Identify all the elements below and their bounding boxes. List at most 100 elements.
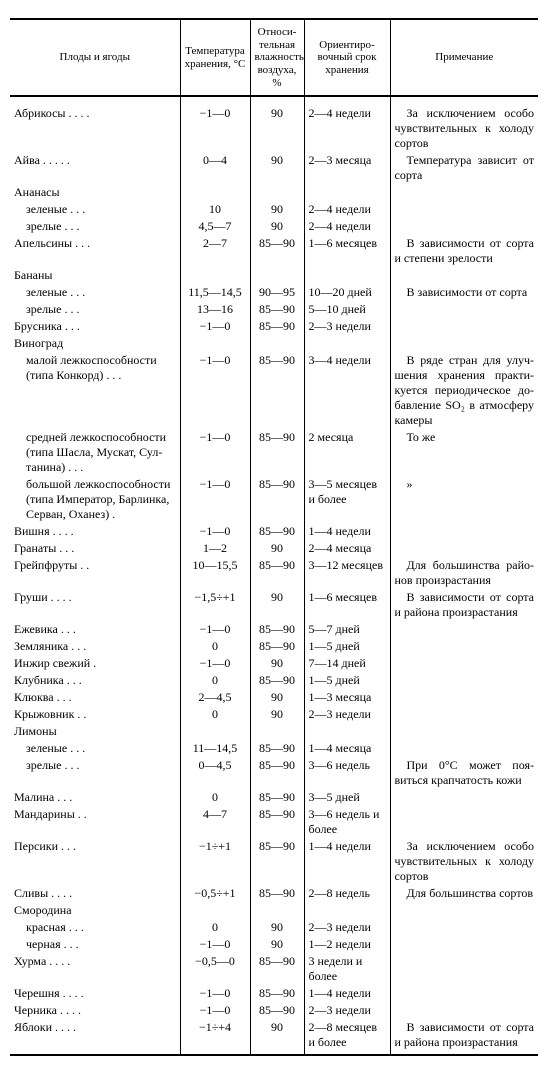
- cell-name: Черешня . . . .: [10, 985, 180, 1002]
- cell-note: В зависимости от сор­та: [390, 284, 538, 301]
- cell-term: 10—20 дней: [304, 284, 390, 301]
- cell-term: 2—3 недели: [304, 318, 390, 335]
- cell-note: В зависимости от сор­та и района произра…: [390, 1019, 538, 1055]
- cell-note: Для большинства сор­тов: [390, 885, 538, 902]
- cell-humidity: 85—90: [250, 476, 304, 523]
- cell-note: [390, 806, 538, 838]
- table-row: малой лежкоспособ­ности (типа Кон­корд) …: [10, 352, 538, 429]
- cell-note: [390, 1002, 538, 1019]
- table-row: Гранаты . . .1—2902—4 месяца: [10, 540, 538, 557]
- cell-temperature: [180, 723, 250, 740]
- cell-note: Для большинства райо­нов произрастания: [390, 557, 538, 589]
- table-row: Грейпфруты . .10—15,585—903—12 меся­цевД…: [10, 557, 538, 589]
- table-row: зрелые . . .13—1685—905—10 дней: [10, 301, 538, 318]
- table-row: Вишня . . . .−1—085—901—4 недели: [10, 523, 538, 540]
- cell-temperature: 10: [180, 201, 250, 218]
- table-row: Лимоны: [10, 723, 538, 740]
- cell-temperature: −1÷+1: [180, 838, 250, 885]
- cell-note: При 0°С может поя­виться крапчатость кож…: [390, 757, 538, 789]
- cell-term: 1—6 меся­цев: [304, 589, 390, 621]
- cell-note: [390, 318, 538, 335]
- table-row: Абрикосы . . . .−1—0902—4 неделиЗа исклю…: [10, 105, 538, 152]
- cell-note: [390, 267, 538, 284]
- cell-humidity: 90: [250, 706, 304, 723]
- cell-name: Земляника . . .: [10, 638, 180, 655]
- cell-temperature: 13—16: [180, 301, 250, 318]
- table-row: Черника . . . .−1—085—902—3 недели: [10, 1002, 538, 1019]
- cell-temperature: [180, 267, 250, 284]
- table-row: красная . . .0902—3 недели: [10, 919, 538, 936]
- cell-humidity: [250, 335, 304, 352]
- cell-term: 2 месяца: [304, 429, 390, 476]
- cell-term: 5—10 дней: [304, 301, 390, 318]
- table-row: Земляника . . .085—901—5 дней: [10, 638, 538, 655]
- cell-name: Черника . . . .: [10, 1002, 180, 1019]
- cell-humidity: 85—90: [250, 806, 304, 838]
- cell-humidity: 85—90: [250, 557, 304, 589]
- cell-term: 2—3 недели: [304, 919, 390, 936]
- cell-term: 1—5 дней: [304, 638, 390, 655]
- table-row: Крыжовник . .0902—3 недели: [10, 706, 538, 723]
- header-note: Примечание: [390, 19, 538, 96]
- table-row: Виноград: [10, 335, 538, 352]
- cell-name: зеленые . . .: [10, 740, 180, 757]
- cell-humidity: 90: [250, 689, 304, 706]
- table-row: Мандарины . .4—785—903—6 недель и более: [10, 806, 538, 838]
- cell-term: [304, 267, 390, 284]
- table-row: большой лежкоспо­собности (типа Им­перат…: [10, 476, 538, 523]
- cell-term: 7—14 дней: [304, 655, 390, 672]
- cell-term: 1—4 месяца: [304, 740, 390, 757]
- cell-name: Персики . . .: [10, 838, 180, 885]
- header-temp: Температура хранения, °С: [180, 19, 250, 96]
- cell-humidity: 85—90: [250, 672, 304, 689]
- cell-temperature: −1—0: [180, 936, 250, 953]
- cell-term: [304, 335, 390, 352]
- cell-name: зрелые . . .: [10, 301, 180, 318]
- cell-name: зеленые . . .: [10, 201, 180, 218]
- cell-humidity: 85—90: [250, 621, 304, 638]
- cell-temperature: 4—7: [180, 806, 250, 838]
- header-name: Плоды и ягоды: [10, 19, 180, 96]
- table-row: Персики . . .−1÷+185—901—4 неделиЗа искл…: [10, 838, 538, 885]
- table-row: Хурма . . . .−0,5—085—903 недели и более: [10, 953, 538, 985]
- header-humidity: Относи­тельная влажность воздуха, %: [250, 19, 304, 96]
- cell-temperature: −1—0: [180, 1002, 250, 1019]
- cell-note: [390, 936, 538, 953]
- cell-term: 1—4 недели: [304, 523, 390, 540]
- cell-term: 2—8 меся­цев и более: [304, 1019, 390, 1055]
- cell-term: [304, 184, 390, 201]
- header-term: Ориентиро­вочный срок хранения: [304, 19, 390, 96]
- cell-humidity: [250, 723, 304, 740]
- cell-temperature: −1—0: [180, 429, 250, 476]
- cell-name: Виноград: [10, 335, 180, 352]
- cell-temperature: 0: [180, 706, 250, 723]
- cell-name: Абрикосы . . . .: [10, 105, 180, 152]
- table-row: Клубника . . .085—901—5 дней: [10, 672, 538, 689]
- table-row: зрелые . . .0—4,585—903—6 недельПри 0°С …: [10, 757, 538, 789]
- cell-note: [390, 301, 538, 318]
- cell-name: Клюква . . .: [10, 689, 180, 706]
- cell-humidity: 90: [250, 1019, 304, 1055]
- cell-name: черная . . .: [10, 936, 180, 953]
- cell-temperature: 1—2: [180, 540, 250, 557]
- cell-note: [390, 638, 538, 655]
- table-row: Ананасы: [10, 184, 538, 201]
- cell-humidity: 85—90: [250, 953, 304, 985]
- cell-note: [390, 689, 538, 706]
- cell-name: Груши . . . .: [10, 589, 180, 621]
- cell-note: [390, 335, 538, 352]
- cell-note: [390, 655, 538, 672]
- table-row: зеленые . . .10902—4 недели: [10, 201, 538, 218]
- cell-note: [390, 740, 538, 757]
- table-row: Груши . . . .−1,5÷+1901—6 меся­цевВ зави…: [10, 589, 538, 621]
- cell-note: [390, 523, 538, 540]
- cell-temperature: 0: [180, 789, 250, 806]
- cell-humidity: 85—90: [250, 757, 304, 789]
- cell-name: малой лежкоспособ­ности (типа Кон­корд) …: [10, 352, 180, 429]
- cell-name: большой лежкоспо­собности (типа Им­перат…: [10, 476, 180, 523]
- table-row: Клюква . . .2—4,5901—3 месяца: [10, 689, 538, 706]
- cell-temperature: 10—15,5: [180, 557, 250, 589]
- cell-name: Айва . . . . .: [10, 152, 180, 184]
- cell-note: Температура зависит от сорта: [390, 152, 538, 184]
- table-row: Айва . . . . .0—4902—3 месяцаТемпература…: [10, 152, 538, 184]
